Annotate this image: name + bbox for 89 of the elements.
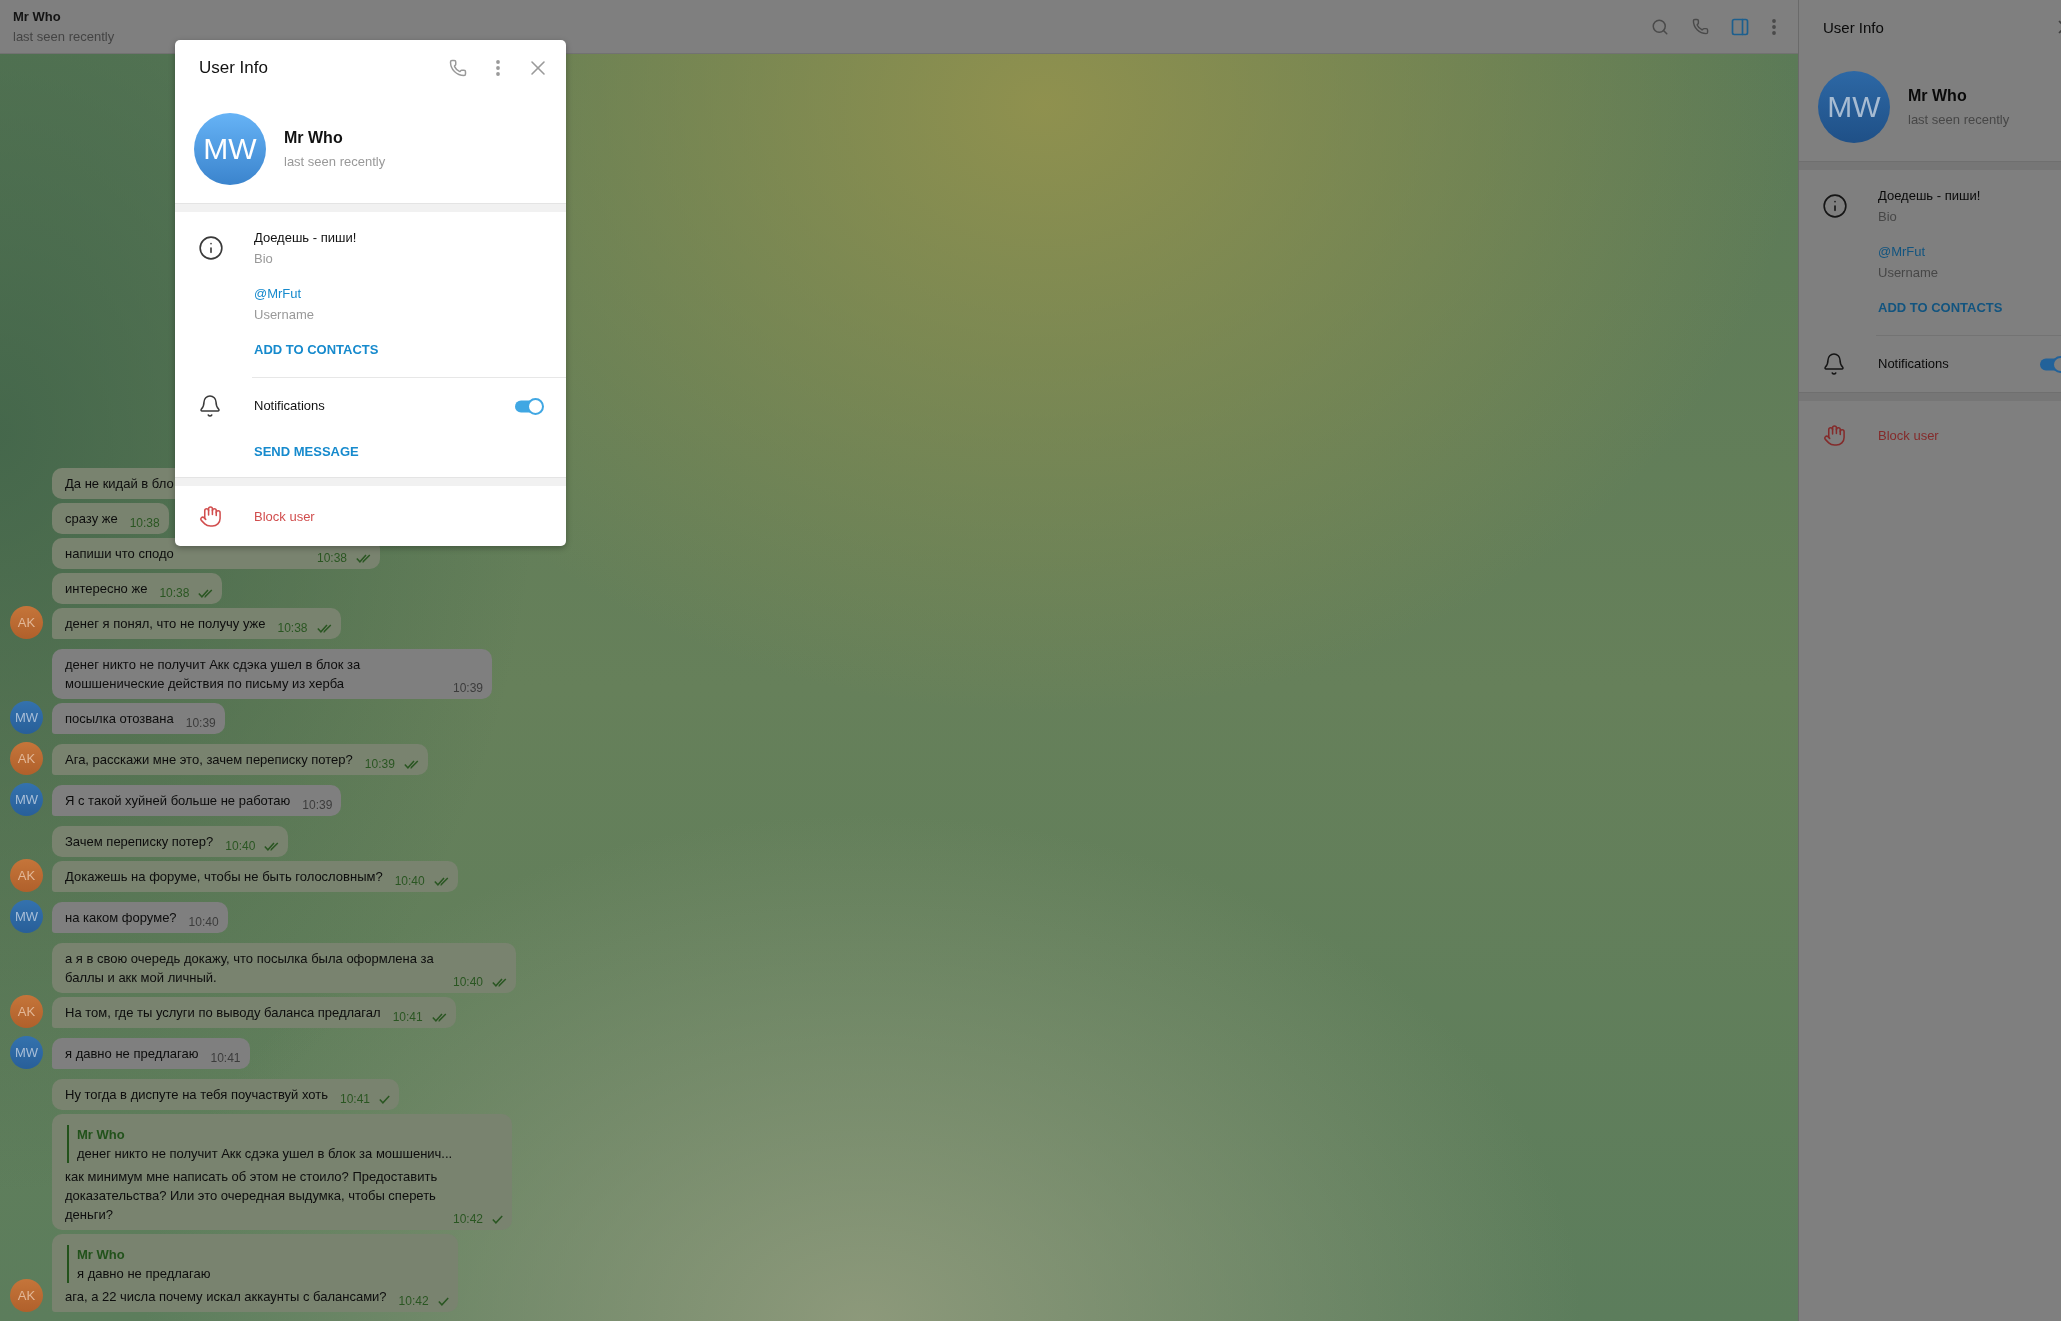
chat-status: last seen recently xyxy=(13,28,115,45)
phone-icon xyxy=(1691,18,1709,35)
message-text: Ну тогда в диспуте на тебя поучаствуй хоть xyxy=(65,1086,328,1104)
avatar: MW xyxy=(10,701,43,734)
reply-author: Mr Who xyxy=(77,1126,126,1144)
toggle-switch[interactable] xyxy=(515,397,544,415)
avatar: AK xyxy=(10,606,43,639)
message-text: денег никто не получит Акк сдэка ушел в блок за мошшенические действия по письму из херба xyxy=(65,656,362,693)
message-text: Ага, расскажи мне это, зачем переписку потер? xyxy=(65,751,353,769)
message-text: Да не кидай в бло xyxy=(65,475,174,493)
message-time: 10:40 xyxy=(225,839,256,853)
reply-text: денег никто не получит Акк сдэка ушел в блок за мошшенич... xyxy=(77,1145,454,1163)
message-time: 10:42 xyxy=(398,1294,429,1308)
username-label: Username xyxy=(254,306,314,324)
message-text: На том, где ты услуги по выводу баланса предлагал xyxy=(65,1004,381,1022)
message-time: 10:41 xyxy=(210,1051,241,1065)
message-time: 10:38 xyxy=(316,551,347,565)
panel-title: User Info xyxy=(199,58,269,78)
bio-label: Bio xyxy=(254,250,273,268)
username-label: Username xyxy=(1878,264,1938,282)
message-text: Зачем переписку потер? xyxy=(65,833,214,851)
username-link[interactable]: @MrFut xyxy=(1878,243,1926,261)
message-time: 10:39 xyxy=(185,716,216,730)
phone-icon xyxy=(449,59,467,77)
message-time: 10:40 xyxy=(394,874,425,888)
reply-author: Mr Who xyxy=(77,1246,126,1264)
block-user-button[interactable]: Block user xyxy=(1799,401,2061,469)
bio-text: Доедешь - пиши! xyxy=(1878,187,1981,205)
message-text: ага, а 22 числа почему искал аккаунты с балансами? xyxy=(65,1288,387,1306)
avatar: AK xyxy=(10,1279,43,1312)
reply-quote[interactable]: Mr Who денег никто не получит Акк сдэка ушел в блок за мошшенич... xyxy=(67,1125,504,1163)
message-text: Я с такой хуйней больше не работаю xyxy=(65,792,291,810)
message-text: интересно же xyxy=(65,580,148,598)
avatar: AK xyxy=(10,859,43,892)
block-user-button[interactable]: Block user xyxy=(175,486,566,546)
message-time: 10:41 xyxy=(392,1010,423,1024)
profile-status: last seen recently xyxy=(284,152,386,171)
message-time: 10:40 xyxy=(188,915,219,929)
profile-name: Mr Who xyxy=(284,127,343,148)
search-icon xyxy=(1651,17,1669,36)
message-text: как минимум мне написать об этом не стоило? Предоставить доказательства? Или это очередная выдумка, чтобы спереть деньги? xyxy=(65,1168,439,1224)
message-text: а я в свою очередь докажу, что посылка была оформлена за баллы и акк мой личный. xyxy=(65,950,435,987)
username-link[interactable]: @MrFut xyxy=(254,285,302,303)
avatar: MW xyxy=(10,900,43,933)
message-time: 10:38 xyxy=(277,621,308,635)
message-text: я давно не предлагаю xyxy=(65,1045,199,1063)
message-time: 10:39 xyxy=(364,757,395,771)
bio-label: Bio xyxy=(1878,208,1897,226)
hand-icon xyxy=(199,504,222,528)
reply-text: я давно не предлагаю xyxy=(77,1265,212,1283)
message-time: 10:40 xyxy=(453,975,484,989)
avatar: MW xyxy=(10,783,43,816)
notifications-label: Notifications xyxy=(1878,355,1950,373)
info-icon xyxy=(1822,193,1848,219)
message-text: денег я понял, что не получу уже xyxy=(65,615,266,633)
message-text: Докажешь на форуме, чтобы не быть голословным? xyxy=(65,868,383,886)
message-time: 10:38 xyxy=(129,516,160,530)
close-icon[interactable] xyxy=(2058,20,2061,34)
profile-name: Mr Who xyxy=(1908,85,1967,106)
message-time: 10:39 xyxy=(453,681,484,695)
profile-avatar: MW xyxy=(194,113,266,185)
more-icon xyxy=(496,60,500,76)
send-message-button[interactable]: SEND MESSAGE xyxy=(254,443,359,461)
bell-icon xyxy=(1822,352,1846,376)
avatar: AK xyxy=(10,995,43,1028)
hand-icon xyxy=(1823,423,1846,447)
more-icon xyxy=(1772,18,1776,35)
bell-icon xyxy=(198,394,222,418)
message-text: сразу же xyxy=(65,510,118,528)
profile-status: last seen recently xyxy=(1908,110,2010,129)
panel-title: User Info xyxy=(1823,18,1885,36)
add-to-contacts-button[interactable]: ADD TO CONTACTS xyxy=(1878,299,2003,317)
add-to-contacts-button[interactable]: ADD TO CONTACTS xyxy=(254,341,379,359)
message-text: на каком форуме? xyxy=(65,909,177,927)
message-text: напиши что сподо xyxy=(65,545,174,563)
profile-avatar: MW xyxy=(1818,71,1890,143)
message-time: 10:38 xyxy=(159,586,190,600)
message-text: посылка отозвана xyxy=(65,710,174,728)
chat-title: Mr Who xyxy=(13,8,61,25)
notifications-label: Notifications xyxy=(254,397,326,415)
message-time: 10:42 xyxy=(453,1212,484,1226)
sidebar-icon xyxy=(1730,16,1750,37)
message-time: 10:41 xyxy=(340,1092,371,1106)
message-time: 10:39 xyxy=(302,798,333,812)
avatar: MW xyxy=(10,1036,43,1069)
bio-text: Доедешь - пиши! xyxy=(254,229,357,247)
info-icon xyxy=(198,235,224,261)
avatar: AK xyxy=(10,742,43,775)
toggle-switch[interactable] xyxy=(2040,355,2061,373)
